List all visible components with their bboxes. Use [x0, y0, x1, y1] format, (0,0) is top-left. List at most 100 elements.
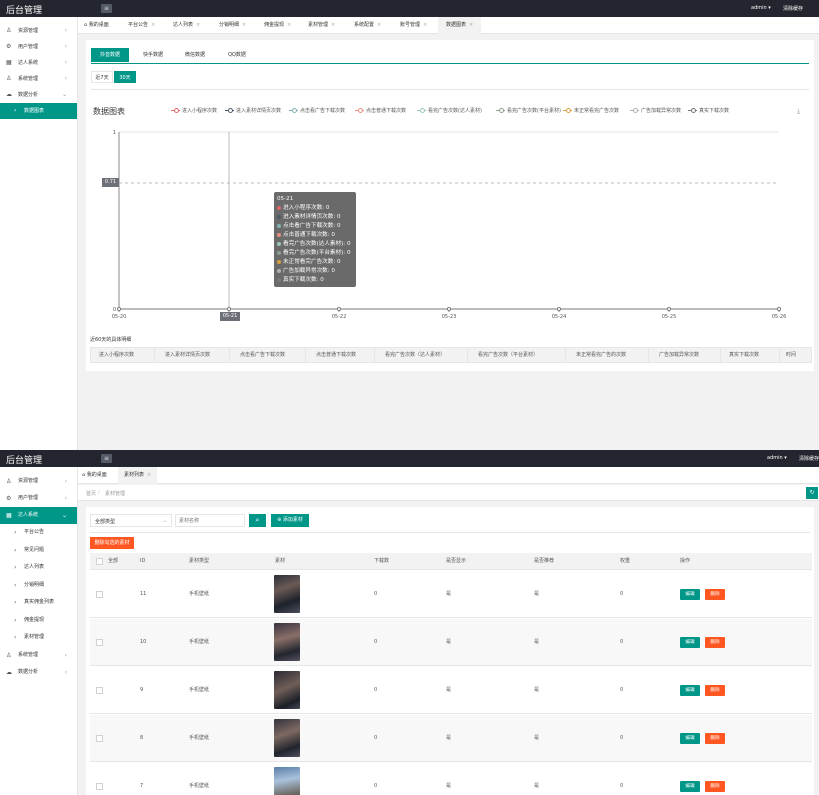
- sidebar-item-creator-list[interactable]: › 达人列表: [0, 559, 77, 577]
- delete-button[interactable]: 删除: [705, 781, 725, 792]
- sidebar-item-resources[interactable]: ♙ 资源管理 ‹: [0, 473, 77, 490]
- row-checkbox[interactable]: [96, 639, 103, 646]
- type-select[interactable]: 全部类型 ⌄: [90, 514, 172, 527]
- series-dot-icon: [277, 259, 281, 264]
- sidebar-item-distribution[interactable]: › 分销明细: [0, 577, 77, 595]
- tooltip-line: 真实下载次数: 0: [277, 276, 353, 285]
- row-checkbox[interactable]: [96, 687, 103, 694]
- table-row: 11 手机壁纸 0 是 是 0 编辑 删除: [90, 571, 812, 618]
- header-recommend: 是否推荐: [534, 558, 555, 564]
- tooltip-line-text: 看完广告次数(平台素材): 0: [283, 250, 351, 256]
- y-tick-label: 1: [113, 130, 116, 136]
- bulk-delete-button[interactable]: 删除勾选的素材: [90, 537, 134, 549]
- tab-material-list[interactable]: 素材列表 ×: [118, 467, 158, 484]
- delete-button[interactable]: 删除: [705, 685, 725, 696]
- x-tick-label: 05-25: [662, 314, 677, 320]
- cell-show: 是: [446, 687, 452, 693]
- table-row: 9 手机壁纸 0 是 是 0 编辑 删除: [90, 667, 812, 714]
- header-show: 是否显示: [446, 558, 467, 564]
- sidebar-item-analytics[interactable]: ☁ 数据分析 ‹: [0, 664, 77, 681]
- sidebar-item-announcements[interactable]: › 平台公告: [0, 524, 77, 542]
- table-row: 8 手机壁纸 0 是 是 0 编辑 删除: [90, 715, 812, 762]
- material-thumbnail[interactable]: [274, 671, 300, 709]
- user-menu[interactable]: admin ▾: [767, 455, 787, 461]
- data-point: [117, 307, 121, 311]
- sidebar-item-users[interactable]: ⚙ 用户管理 ‹: [0, 490, 77, 507]
- search-input[interactable]: [176, 515, 242, 526]
- data-point: [337, 307, 341, 311]
- row-checkbox[interactable]: [96, 783, 103, 790]
- cell-id: 7: [140, 783, 144, 789]
- x-pointer-label: 05-21: [220, 312, 240, 321]
- tooltip-title: 05-21: [277, 196, 294, 202]
- detail-header: 真实下载次数: [720, 348, 759, 362]
- detail-header: 时间: [779, 348, 796, 362]
- row-checkbox[interactable]: [96, 735, 103, 742]
- tooltip-line-text: 点击看广告下载次数: 0: [283, 223, 341, 229]
- cell-show: 是: [446, 735, 452, 741]
- materials-window: 后台管理 ≡ admin ▾ 清除缓存 ♙ 资源管理 ‹ ⚙ 用户管理 ‹ ▦ 达人系统 ⌄…: [0, 450, 819, 795]
- sidebar-item-system[interactable]: ♙ 系统管理 ‹: [0, 647, 77, 664]
- header-weight: 权重: [620, 558, 631, 564]
- type-select-value: 全部类型: [95, 519, 116, 525]
- material-thumbnail[interactable]: [274, 767, 300, 795]
- delete-button[interactable]: 删除: [705, 733, 725, 744]
- series-dot-icon: [277, 241, 281, 246]
- material-thumbnail[interactable]: [274, 623, 300, 661]
- add-material-button[interactable]: ⊕ 添加素材: [271, 514, 309, 527]
- data-point: [667, 307, 671, 311]
- tooltip-line-text: 未正常看完广告次数: 0: [283, 259, 341, 265]
- tooltip-line: 进入小程序次数: 0: [277, 204, 353, 213]
- tab-home[interactable]: ⌂ 我的桌面: [82, 467, 107, 484]
- series-dot-icon: [277, 277, 281, 282]
- cell-id: 10: [140, 639, 147, 645]
- cell-show: 是: [446, 639, 452, 645]
- cell-id: 11: [140, 591, 147, 597]
- header-all: 全部: [108, 558, 119, 564]
- detail-header: 点击普通下载次数: [305, 348, 356, 362]
- sidebar: ♙ 资源管理 ‹ ⚙ 用户管理 ‹ ▦ 达人系统 ⌄ › 平台公告 › 常见问题 › 达人列表 ›…: [0, 467, 78, 795]
- sidebar-item-materials[interactable]: › 素材管理: [0, 629, 77, 647]
- delete-button[interactable]: 删除: [705, 589, 725, 600]
- cell-weight: 0: [620, 639, 624, 645]
- material-thumbnail[interactable]: [274, 575, 300, 613]
- row-checkbox[interactable]: [96, 591, 103, 598]
- material-thumbnail[interactable]: [274, 719, 300, 757]
- breadcrumb-home[interactable]: 首页: [86, 490, 96, 497]
- sidebar-item-faq[interactable]: › 常见问题: [0, 542, 77, 560]
- tooltip-line-text: 广告加载异常次数: 0: [283, 268, 335, 274]
- edit-button[interactable]: 编辑: [680, 685, 700, 696]
- plus-circle-icon: ⊕: [277, 517, 282, 523]
- sidebar-item-withdraw[interactable]: › 佣金提现: [0, 612, 77, 630]
- close-icon[interactable]: ×: [147, 472, 151, 478]
- user-icon: ♙: [6, 478, 12, 485]
- refresh-icon[interactable]: ↻: [806, 487, 818, 499]
- breadcrumb-current: 素材管理: [105, 491, 126, 497]
- cell-downloads: 0: [374, 687, 378, 693]
- search-button[interactable]: ⌕: [249, 514, 266, 527]
- edit-button[interactable]: 编辑: [680, 733, 700, 744]
- detail-title: 近60天的具体明细: [90, 337, 132, 343]
- edit-button[interactable]: 编辑: [680, 781, 700, 792]
- tab-bar: ⌂ 我的桌面 素材列表 ×: [78, 467, 819, 484]
- select-all-checkbox[interactable]: [96, 558, 103, 565]
- edit-button[interactable]: 编辑: [680, 637, 700, 648]
- cell-id: 8: [140, 735, 144, 741]
- header-type: 素材类型: [189, 558, 210, 564]
- chevron-down-icon: ⌄: [162, 518, 167, 524]
- tooltip-line-text: 进入素材详情页次数: 0: [283, 214, 341, 220]
- home-icon: ⌂: [82, 472, 86, 478]
- material-table-header: 全部 ID 素材类型 素材 下载数 是否显示 是否推荐 权重 操作: [90, 553, 812, 570]
- delete-button[interactable]: 删除: [705, 637, 725, 648]
- breadcrumb-separator: /: [98, 490, 100, 496]
- series-dot-icon: [277, 232, 281, 237]
- sidebar-item-real-commission[interactable]: › 真实佣金列表: [0, 594, 77, 612]
- cell-downloads: 0: [374, 591, 378, 597]
- clear-cache-link[interactable]: 清除缓存: [799, 455, 819, 462]
- menu-toggle-icon[interactable]: ≡: [101, 454, 112, 463]
- sidebar-item-creators[interactable]: ▦ 达人系统 ⌄: [0, 507, 77, 524]
- edit-button[interactable]: 编辑: [680, 589, 700, 600]
- chevron-right-icon: ›: [14, 546, 17, 554]
- tooltip-line-text: 点击普通下载次数: 0: [283, 232, 335, 238]
- series-dot-icon: [277, 223, 281, 228]
